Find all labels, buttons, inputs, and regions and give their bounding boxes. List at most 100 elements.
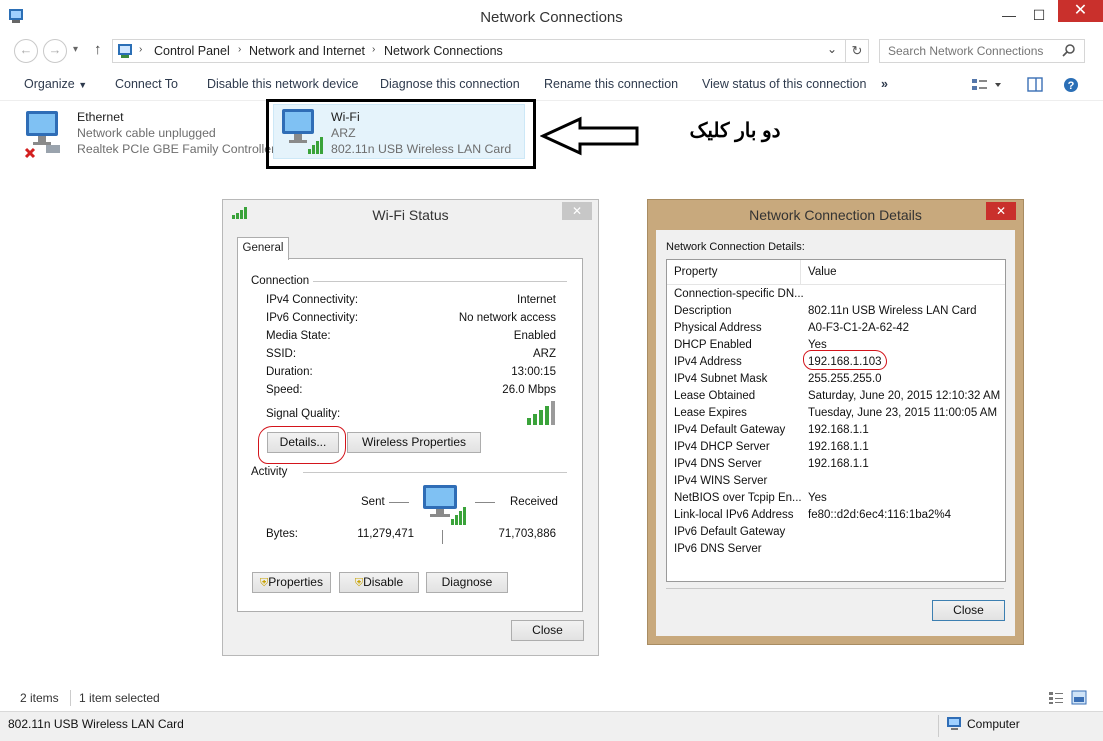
breadcrumb-network-connections[interactable]: Network Connections [384,44,503,58]
tiles-view-icon[interactable] [1071,690,1087,708]
chevron-right-icon: › [238,44,242,55]
wifi-connection-item[interactable]: Wi-Fi ARZ 802.11n USB Wireless LAN Card [273,104,525,159]
divider [938,715,939,737]
view-status-button[interactable]: View status of this connection [702,77,866,91]
change-view-icon[interactable] [971,78,1001,95]
details-close-button[interactable]: Close [932,600,1005,621]
search-input[interactable] [880,40,1066,62]
connect-to-button[interactable]: Connect To [115,77,178,91]
activity-heading: Activity [251,466,288,478]
property-cell: Connection-specific DN... [674,288,804,300]
maximize-button[interactable]: ☐ [1026,6,1052,24]
help-icon[interactable]: ? [1063,77,1079,96]
bytes-sent-value: 11,279,471 [357,528,414,540]
up-arrow-icon[interactable]: ↑ [94,41,102,58]
property-cell: IPv4 Subnet Mask [674,373,768,385]
breadcrumb-network-internet[interactable]: Network and Internet [249,44,365,58]
details-close-x[interactable]: ✕ [986,202,1016,220]
media-state-label: Media State: [266,330,331,342]
title-bar: Network Connections — ☐ ✕ [0,0,1103,34]
wifi-status-dialog: Wi-Fi Status ✕ General Connection IPv4 C… [222,199,599,656]
wifi-monitor-icon [278,107,326,160]
received-line [475,502,495,503]
properties-button[interactable]: ⛨Properties [252,572,331,593]
computer-icon [946,716,964,735]
disable-button[interactable]: ⛨Disable [339,572,419,593]
property-cell: Lease Expires [674,407,747,419]
bytes-divider [442,530,443,544]
sent-label: Sent [361,496,385,508]
close-button[interactable]: ✕ [1058,0,1103,22]
minimize-button[interactable]: — [996,6,1022,24]
speed-value: 26.0 Mbps [502,384,556,396]
back-button[interactable]: ← [14,39,38,63]
details-subtitle: Network Connection Details: [666,241,805,253]
duration-label: Duration: [266,366,313,378]
wifi-status-close-x[interactable]: ✕ [562,202,592,220]
control-panel-icon [116,42,134,63]
disable-button-label: Disable [363,575,404,589]
diagnose-button[interactable]: Diagnose [426,572,508,593]
tab-general[interactable]: General [237,237,289,260]
column-value[interactable]: Value [808,266,837,278]
details-body: Network Connection Details: Property Val… [656,230,1015,636]
ipv4-connectivity-label: IPv4 Connectivity: [266,294,359,306]
forward-button[interactable]: → [43,39,67,63]
bytes-label: Bytes: [266,528,298,540]
preview-pane-icon[interactable] [1027,77,1043,96]
wifi-status-close-button[interactable]: Close [511,620,584,641]
property-cell: IPv4 Address [674,356,742,368]
wifi-device: 802.11n USB Wireless LAN Card [331,142,512,156]
divider [70,690,71,706]
address-dropdown-icon[interactable]: ⌄ [827,42,837,56]
value-cell: Yes [808,492,827,504]
diagnose-connection-button[interactable]: Diagnose this connection [380,77,520,91]
wifi-ssid: ARZ [331,126,356,140]
annotation-circle [258,426,346,464]
svg-text:?: ? [1068,80,1075,92]
duration-value: 13:00:15 [511,366,556,378]
property-cell: IPv6 Default Gateway [674,526,786,538]
ethernet-connection-item[interactable]: Ethernet Network cable unplugged Realtek… [20,107,275,159]
column-property[interactable]: Property [674,266,717,278]
details-view-icon[interactable] [1048,691,1064,708]
search-icon[interactable] [1062,43,1076,60]
value-cell: Tuesday, June 23, 2015 11:00:05 AM [808,407,998,419]
ipv4-connectivity-value: Internet [517,294,556,306]
value-cell: 192.168.1.1 [808,458,869,470]
ipv6-connectivity-value: No network access [458,312,556,324]
property-cell: Lease Obtained [674,390,756,402]
annotation-circle [803,350,887,370]
properties-button-label: Properties [268,575,323,589]
signal-quality-label: Signal Quality: [266,408,341,420]
media-state-value: Enabled [513,330,556,342]
wifi-name: Wi-Fi [331,110,360,124]
value-cell: 192.168.1.1 [808,441,869,453]
more-commands-button[interactable]: » [881,77,888,91]
property-cell: IPv4 DNS Server [674,458,762,470]
organize-menu[interactable]: Organize ▼ [24,77,87,91]
disable-device-button[interactable]: Disable this network device [207,77,358,91]
recent-dropdown-icon[interactable]: ▾ [73,44,78,55]
search-box[interactable] [879,39,1085,63]
chevron-down-icon: ▼ [78,80,88,90]
value-cell: fe80::d2d:6ec4:116:1ba2%4 [808,509,952,521]
address-bar[interactable]: › Control Panel › Network and Internet ›… [112,39,869,63]
zone-text: Computer [967,717,1020,731]
value-cell: 802.11n USB Wireless LAN Card [808,305,977,317]
wifi-status-title: Wi-Fi Status [372,207,449,223]
property-cell: Physical Address [674,322,762,334]
value-cell: 255.255.255.0 [808,373,882,385]
selection-count: 1 item selected [79,691,160,705]
details-list[interactable]: Property Value Connection-specific DN...… [666,259,1006,582]
ipv6-connectivity-label: IPv6 Connectivity: [266,312,359,324]
value-cell: 192.168.1.1 [808,424,869,436]
property-cell: Link-local IPv6 Address [674,509,794,521]
value-cell: Saturday, June 20, 2015 12:10:32 AM [808,390,1001,402]
refresh-icon[interactable]: ↻ [845,40,868,62]
rename-connection-button[interactable]: Rename this connection [544,77,678,91]
selected-device-text: 802.11n USB Wireless LAN Card [8,717,184,731]
wireless-properties-button[interactable]: Wireless Properties [347,432,481,453]
window-title: Network Connections [480,9,623,26]
breadcrumb-control-panel[interactable]: Control Panel [154,44,230,58]
